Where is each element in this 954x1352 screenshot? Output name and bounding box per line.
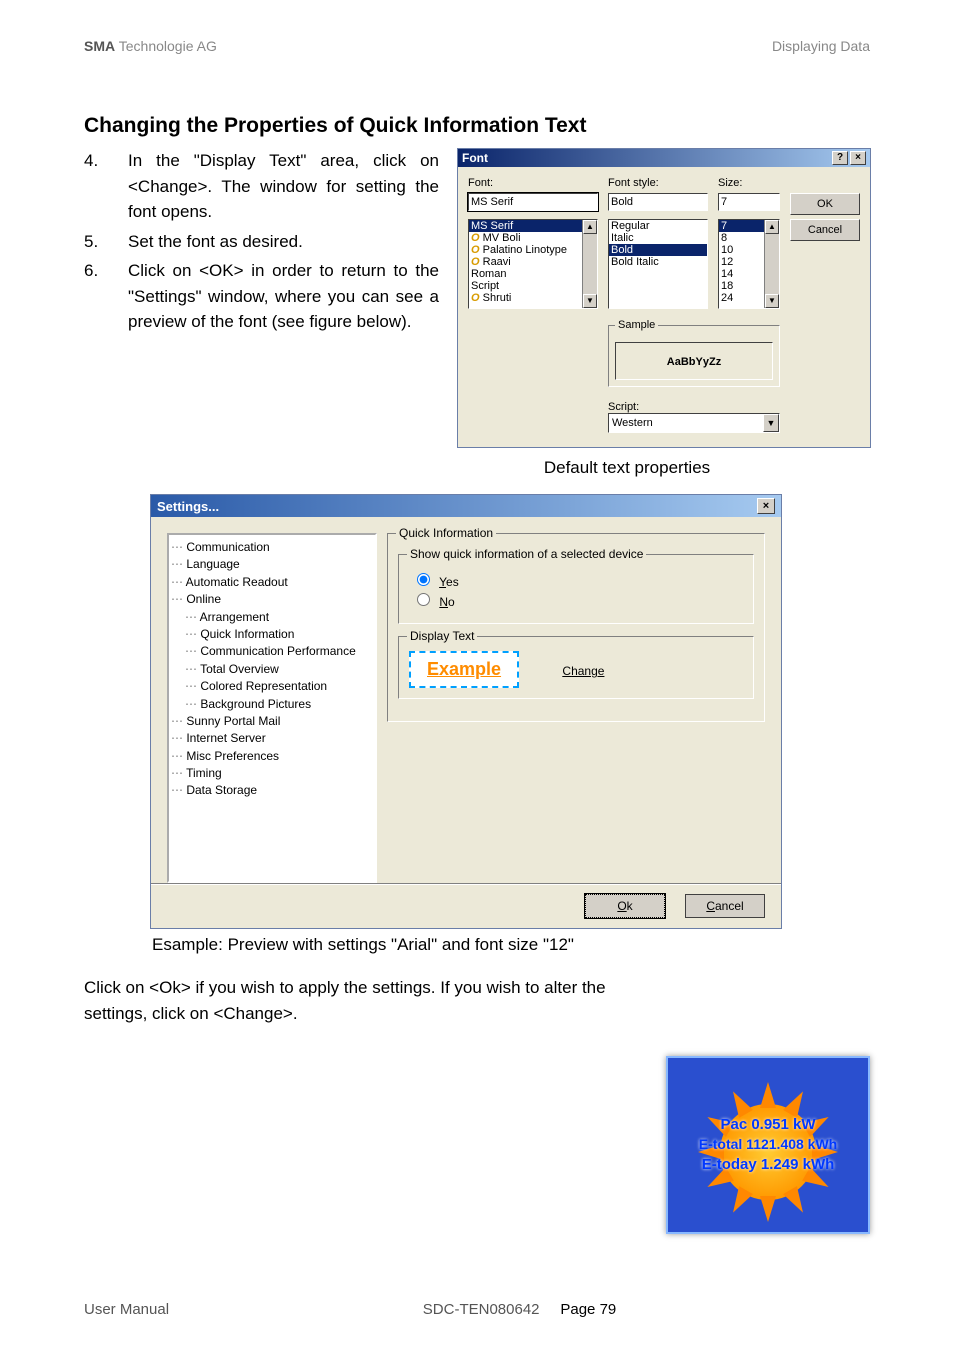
cancel-button[interactable]: Cancel [790,219,860,241]
tree-node[interactable]: Data Storage [171,782,373,799]
font-dialog-title: Font [462,151,488,165]
cancel-button[interactable]: Cancel [685,894,765,918]
script-select[interactable]: Western ▼ [608,413,780,433]
step-num: 5. [84,229,128,255]
footer-doc-id: SDC-TEN080642 [423,1301,540,1318]
list-item[interactable]: Palatino Linotype [469,244,597,256]
size-input[interactable] [718,193,780,211]
style-input[interactable] [608,193,708,211]
list-item[interactable]: Bold Italic [609,256,707,268]
scrollbar[interactable]: ▲▼ [764,220,779,308]
step-text: In the "Display Text" area, click on <Ch… [128,148,439,225]
list-item[interactable]: Script [469,280,597,292]
tree-node[interactable]: Online [171,591,373,608]
settings-dialog: Settings... × CommunicationLanguageAutom… [150,494,782,929]
list-item[interactable]: Regular [609,220,707,232]
figure-caption: Esample: Preview with settings "Arial" a… [152,935,870,955]
tree-node[interactable]: Quick Information [171,626,373,643]
etotal-value: E-total 1121.408 kWh [668,1136,868,1152]
etoday-value: E-today 1.249 kWh [668,1156,868,1173]
list-item[interactable]: Roman [469,268,597,280]
font-input[interactable] [468,193,598,211]
pac-value: Pac 0.951 kW [668,1116,868,1133]
sample-preview: AaBbYyZz [615,342,773,380]
font-list[interactable]: MS Serif MV Boli Palatino Linotype Raavi… [468,219,598,309]
tree-node[interactable]: Colored Representation [171,678,373,695]
ok-button[interactable]: Ok [585,894,665,918]
body-paragraph: Click on <Ok> if you wish to apply the s… [84,975,624,1026]
scrollbar[interactable]: ▲▼ [582,220,597,308]
step-text: Click on <OK> in order to return to the … [128,258,439,335]
figure-caption: Default text properties [384,458,870,478]
tree-node[interactable]: Sunny Portal Mail [171,713,373,730]
style-list[interactable]: Regular Italic Bold Bold Italic [608,219,708,309]
quick-info-group-label: Quick Information [396,526,496,540]
tree-node[interactable]: Background Pictures [171,696,373,713]
script-label: Script: [608,401,780,413]
tree-node[interactable]: Misc Preferences [171,748,373,765]
step-num: 4. [84,148,128,225]
settings-tree[interactable]: CommunicationLanguageAutomatic ReadoutOn… [167,533,377,883]
script-value: Western [612,417,653,429]
list-item[interactable]: MS Serif [469,220,597,232]
list-item[interactable]: Italic [609,232,707,244]
step-num: 6. [84,258,128,335]
list-item[interactable]: Shruti [469,292,597,304]
tree-node[interactable]: Internet Server [171,730,373,747]
close-button[interactable]: × [850,151,866,165]
tree-node[interactable]: Communication Performance [171,643,373,660]
list-item[interactable]: MV Boli [469,232,597,244]
tree-node[interactable]: Timing [171,765,373,782]
tree-node[interactable]: Total Overview [171,661,373,678]
step-text: Set the font as desired. [128,229,439,255]
page-header: SMA Technologie AG Displaying Data [84,38,870,54]
tree-node[interactable]: Automatic Readout [171,574,373,591]
sample-label: Sample [615,319,658,331]
header-right: Displaying Data [772,38,870,54]
settings-title: Settings... [157,499,219,514]
show-quick-label: Show quick information of a selected dev… [407,547,646,561]
style-label: Font style: [608,177,708,189]
ok-button[interactable]: OK [790,193,860,215]
display-text-label: Display Text [407,629,477,643]
radio-no[interactable]: No [417,593,743,609]
tree-node[interactable]: Communication [171,539,373,556]
header-left: SMA Technologie AG [84,38,217,54]
font-dialog: Font ? × Font: Font style: Size: OK MS S… [457,148,871,448]
radio-yes[interactable]: Yes [417,573,743,589]
list-item[interactable]: Raavi [469,256,597,268]
tree-node[interactable]: Language [171,556,373,573]
size-list[interactable]: 7 8 10 12 14 18 24 ▲▼ [718,219,780,309]
font-label: Font: [468,177,598,189]
chevron-down-icon[interactable]: ▼ [763,414,779,432]
example-preview: Example [409,651,519,688]
help-button[interactable]: ? [832,151,848,165]
steps-list: 4.In the "Display Text" area, click on <… [84,148,439,335]
close-button[interactable]: × [757,498,775,514]
change-button[interactable]: Change [562,664,604,678]
size-label: Size: [718,177,780,189]
footer-left: User Manual [84,1301,169,1318]
tree-node[interactable]: Arrangement [171,609,373,626]
sun-widget: Pac 0.951 kW E-total 1121.408 kWh E-toda… [666,1056,870,1234]
section-title: Changing the Properties of Quick Informa… [84,114,870,138]
list-item[interactable]: Bold [609,244,707,256]
page-footer: User Manual SDC-TEN080642 Page 79 [84,1301,870,1318]
